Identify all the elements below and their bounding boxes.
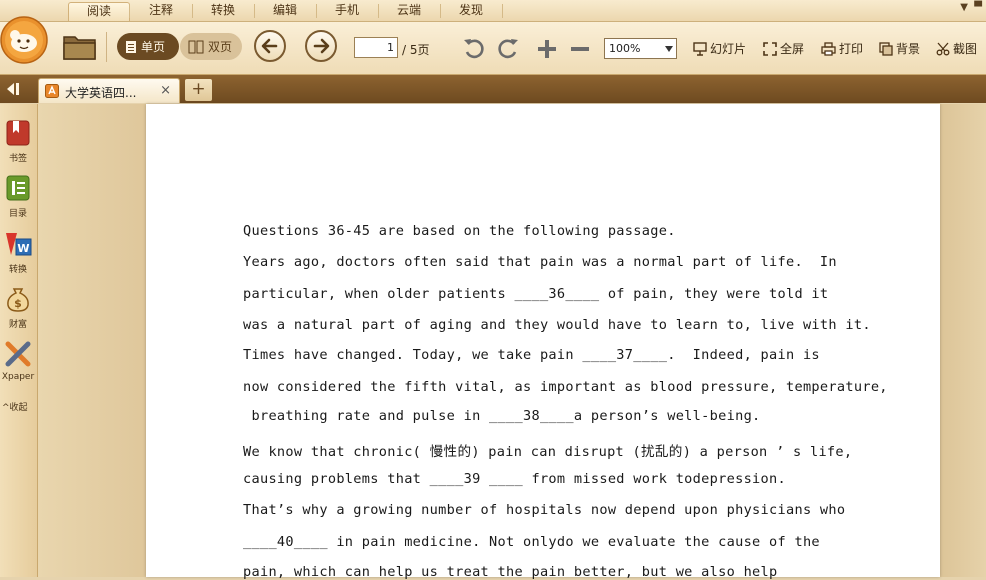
toolbar-separator: [106, 32, 107, 62]
chevron-down-icon: [665, 46, 673, 52]
fullscreen-icon: [763, 41, 777, 56]
menu-separator: [129, 4, 130, 18]
menu-convert[interactable]: 转换: [194, 2, 252, 20]
sidebar-item-label: 书签: [8, 154, 27, 164]
sidebar: 书签 目录 W 转换 $ 财富 Xpaper ^收起: [0, 104, 38, 577]
menu-separator: [254, 4, 255, 18]
menu-edit[interactable]: 编辑: [256, 2, 314, 20]
double-page-label: 双页: [208, 40, 233, 54]
menu-mobile[interactable]: 手机: [318, 2, 376, 20]
menu-annotate[interactable]: 注释: [132, 2, 190, 20]
menu-bar: 阅读 注释 转换 编辑 手机 云端 发现 ▼ ▀: [0, 0, 986, 22]
print-button[interactable]: 打印: [821, 40, 863, 57]
sidebar-item-label: Xpaper: [1, 372, 35, 382]
document-line: breathing rate and pulse in ____38____a …: [243, 408, 761, 424]
menu-cloud[interactable]: 云端: [380, 2, 438, 20]
sidebar-item-xpaper[interactable]: Xpaper: [0, 340, 36, 382]
single-page-label: 单页: [141, 40, 166, 54]
background-button[interactable]: 背景: [879, 40, 920, 57]
menu-separator: [316, 4, 317, 18]
zoom-select[interactable]: 100%: [604, 38, 677, 59]
svg-text:W: W: [17, 242, 29, 255]
toc-icon: [6, 175, 30, 201]
zoom-out-icon[interactable]: [570, 39, 590, 59]
document-line: was a natural part of aging and they wou…: [243, 317, 871, 333]
window-controls[interactable]: ▼ ▀: [960, 2, 982, 13]
print-label: 打印: [839, 42, 864, 56]
document-line: ____40____ in pain medicine. Not onlydo …: [243, 534, 820, 550]
arrow-left-icon: [261, 38, 278, 54]
previous-page-button[interactable]: [254, 30, 286, 62]
sidebar-item-label: 财富: [8, 320, 27, 330]
page-number-input[interactable]: 1: [354, 37, 398, 58]
pdf-file-icon: [45, 84, 59, 98]
page-total: / 5页: [402, 43, 430, 57]
zoom-value: 100%: [609, 42, 641, 55]
tab-document[interactable]: 大学英语四... ×: [38, 78, 180, 103]
wealth-icon: $: [7, 288, 29, 312]
sidebar-item-wealth[interactable]: $ 财富: [0, 285, 36, 330]
document-page[interactable]: Questions 36-45 are based on the followi…: [146, 104, 940, 580]
close-tab-icon[interactable]: ×: [160, 83, 171, 98]
sidebar-item-label: 转换: [8, 265, 27, 275]
sidebar-item-convert[interactable]: W 转换: [0, 230, 36, 275]
document-line: pain, which can help us treat the pain b…: [243, 564, 778, 580]
slideshow-button[interactable]: 幻灯片: [693, 40, 746, 57]
menu-read[interactable]: 阅读: [68, 2, 130, 21]
sidebar-item-label: 目录: [8, 209, 27, 219]
fullscreen-button[interactable]: 全屏: [763, 40, 804, 57]
double-page-button[interactable]: 双页: [180, 33, 242, 60]
skin-icon[interactable]: ▀: [974, 2, 982, 13]
arrow-right-icon: [313, 38, 330, 54]
collapse-sidebar-button[interactable]: ^收起: [2, 400, 28, 413]
scissors-icon: [936, 42, 950, 55]
background-icon: [879, 41, 893, 56]
slideshow-icon: [693, 41, 707, 56]
menu-separator: [378, 4, 379, 18]
rotate-right-icon[interactable]: [496, 36, 520, 60]
open-folder-icon[interactable]: [62, 31, 98, 61]
collapse-label: 收起: [9, 403, 28, 413]
menu-discover[interactable]: 发现: [442, 2, 500, 20]
zoom-in-icon[interactable]: [537, 39, 557, 59]
screenshot-button[interactable]: 截图: [936, 40, 977, 57]
next-page-button[interactable]: [305, 30, 337, 62]
single-page-icon: [126, 40, 136, 53]
new-tab-button[interactable]: +: [185, 79, 212, 101]
fullscreen-label: 全屏: [780, 42, 805, 56]
document-line: Times have changed. Today, we take pain …: [243, 347, 820, 363]
convert-icon: W: [6, 233, 32, 256]
printer-icon: [821, 41, 836, 56]
document-line: causing problems that ____39 ____ from m…: [243, 471, 786, 487]
tab-title: 大学英语四...: [65, 86, 137, 100]
document-line: We know that chronic( 慢性的) pain can disr…: [243, 444, 853, 460]
menu-separator: [192, 4, 193, 18]
xpaper-icon: [5, 341, 31, 367]
document-line: particular, when older patients ____36__…: [243, 286, 829, 302]
tab-bar: 大学英语四... × +: [0, 75, 986, 103]
rotate-left-icon[interactable]: [462, 36, 486, 60]
toggle-sidebar-icon[interactable]: [6, 82, 24, 96]
sidebar-item-bookmark[interactable]: 书签: [0, 119, 36, 164]
background-label: 背景: [896, 42, 921, 56]
bookmark-icon: [6, 120, 30, 146]
menu-separator: [440, 4, 441, 18]
menu-separator: [502, 4, 503, 18]
sidebar-item-toc[interactable]: 目录: [0, 174, 36, 219]
svg-text:$: $: [14, 297, 22, 310]
toolbar: 单页 双页 1 / 5页 100% 幻灯片 全屏 打印 背景 截图: [0, 22, 986, 75]
slideshow-label: 幻灯片: [710, 42, 747, 56]
screenshot-label: 截图: [953, 42, 978, 56]
single-page-button[interactable]: 单页: [117, 33, 179, 60]
chevron-up-icon: ^: [2, 403, 10, 413]
document-line: That’s why a growing number of hospitals…: [243, 502, 846, 518]
document-line: Questions 36-45 are based on the followi…: [243, 223, 676, 239]
document-line: Years ago, doctors often said that pain …: [243, 254, 837, 270]
document-line: now considered the fifth vital, as impor…: [243, 379, 888, 395]
dropdown-icon[interactable]: ▼: [960, 2, 968, 13]
double-page-icon: [188, 40, 204, 53]
app-logo-icon[interactable]: [0, 14, 48, 66]
